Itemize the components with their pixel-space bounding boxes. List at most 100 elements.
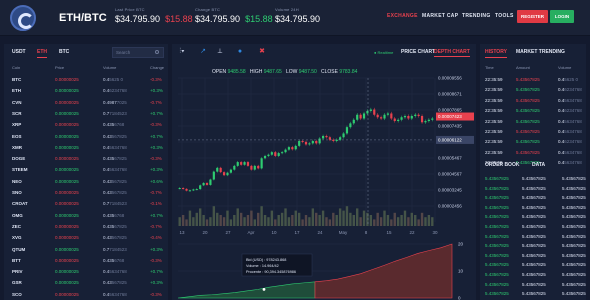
history-row[interactable]: 22:35:59 5.43567825 0.45634768 [480, 148, 586, 159]
order-book-row[interactable]: 5.43567825 5.43567825 5.43567825 [480, 260, 586, 270]
order-book-row[interactable]: 5.43567825 5.43567825 5.43567825 [480, 174, 586, 184]
candle-body [315, 141, 318, 144]
coin-volume: 0.4356768 [103, 122, 124, 127]
market-row[interactable]: OMG 0.00000025 0.4356768 +0.7% [4, 211, 168, 222]
nav-exchange[interactable]: EXCHANGE [387, 13, 418, 19]
column-header-volume[interactable]: Volume [558, 65, 571, 70]
volume-bar [178, 217, 181, 226]
market-row[interactable]: NEO 0.00000025 0.43567825 +0.6% [4, 177, 168, 188]
trendline-icon[interactable]: ↗ [197, 47, 209, 57]
coin-price: 0.00000025 [55, 144, 79, 150]
x-tick-label: 17 [294, 230, 300, 235]
candle-body [199, 185, 202, 190]
tab-usdt[interactable]: USDT [12, 49, 26, 55]
volume-bar [335, 215, 338, 226]
volume-main: 0.43 [103, 133, 112, 139]
logo-icon[interactable] [10, 5, 36, 31]
volume-bar [362, 210, 366, 226]
volume-bar [403, 210, 407, 226]
cross-price-label: 0.00006122 [438, 137, 462, 142]
coin-change: -0.3% [150, 291, 162, 297]
volume-bar [352, 215, 355, 226]
tab-depth-chart[interactable]: DEPTH CHART [434, 49, 470, 57]
market-row[interactable]: XVG 0.00000025 0.43567825 -0.4% [4, 233, 168, 244]
column-header-coin[interactable]: Coin [12, 65, 20, 70]
tab-market-trending[interactable]: MARKET TRENDING [516, 49, 565, 55]
indicator-icon[interactable]: ⟂ [214, 47, 226, 57]
candle-body [308, 143, 311, 145]
coin-volume: 0.45634768 [103, 292, 127, 297]
history-row[interactable]: 22:35:59 5.43567825 0.46234768 [480, 106, 586, 117]
history-row[interactable]: 22:35:59 5.43567825 0.45634768 [480, 117, 586, 128]
coin-change: -0.3% [150, 257, 162, 263]
order-book-row[interactable]: 5.43567825 5.43567825 5.43567825 [480, 212, 586, 222]
market-row[interactable]: DOGE 0.00000025 0.43567825 -0.3% [4, 154, 168, 165]
column-header-time[interactable]: Time [485, 65, 494, 70]
tab-btc[interactable]: BTC [59, 49, 69, 55]
market-row[interactable]: PRIV 0.00000025 0.45634768 +0.7% [4, 267, 168, 278]
market-row[interactable]: SCR 0.00000025 0.77184523 +0.7% [4, 109, 168, 120]
market-row[interactable]: EOS 0.00000025 0.43567825 +0.7% [4, 132, 168, 143]
market-row[interactable]: STEEM 0.00000025 0.45634768 +0.3% [4, 165, 168, 176]
measure-icon[interactable]: ● [234, 47, 246, 57]
market-row[interactable]: CVN 0.00000025 0.49877025 -0.7% [4, 98, 168, 109]
depth-chart[interactable]: 20 10 0 Bid (USD) : 978243.868 Volume : 14.9… [172, 238, 476, 300]
tab-price-chart[interactable]: PRICE CHART [401, 49, 435, 55]
candle-body [188, 190, 192, 192]
candle-body [407, 115, 410, 119]
order-book-row[interactable]: 5.43567825 5.43567825 5.43567825 [480, 232, 586, 242]
order-book-row[interactable]: 5.43567825 5.43567825 5.43567825 [480, 184, 586, 194]
column-header-change[interactable]: Change [150, 65, 164, 70]
data-title[interactable]: DATA [532, 162, 545, 168]
register-button[interactable]: REGISTER [517, 10, 548, 23]
login-button[interactable]: LOGIN [550, 10, 574, 23]
candle-body [219, 167, 222, 173]
column-header-amount[interactable]: Amount [516, 65, 530, 70]
order-price: 5.43567825 [485, 262, 509, 268]
order-book-row[interactable]: 5.43567825 5.43567825 5.43567825 [480, 241, 586, 251]
market-row[interactable]: BTT 0.00000025 0.4356768 -0.3% [4, 256, 168, 267]
history-row[interactable]: 22:35:59 5.43567825 0.46234768 [480, 137, 586, 148]
history-row[interactable]: 22:35:59 5.43567825 0.45634768 [480, 96, 586, 107]
tab-history[interactable]: HISTORY [485, 49, 507, 58]
nav-trending[interactable]: TRENDING [462, 13, 491, 19]
history-row[interactable]: 22:35:59 5.43567825 0.46234768 [480, 85, 586, 96]
candle-body [349, 123, 352, 128]
volume-bar [267, 217, 270, 226]
market-row[interactable]: SCO 0.00000025 0.45634768 -0.3% [4, 290, 168, 300]
coin-price: 0.00000025 [55, 133, 79, 139]
market-row[interactable]: XMR 0.00000025 0.45634768 +0.3% [4, 143, 168, 154]
market-row[interactable]: BTC 0.00000025 0.45625 0 -0.3% [4, 75, 168, 86]
order-book-row[interactable]: 5.43567825 5.43567825 5.43567825 [480, 203, 586, 213]
history-row[interactable]: 22:35:59 5.43567825 0.45634768 [480, 127, 586, 138]
market-row[interactable]: ZEC 0.00000025 0.43567825 -0.7% [4, 222, 168, 233]
nav-tools[interactable]: TOOLS [495, 13, 514, 19]
order-book-title[interactable]: ORDER BOOK [485, 162, 519, 168]
clear-drawings-icon[interactable]: ✖ [256, 47, 268, 57]
column-header-volume[interactable]: Volume [103, 65, 116, 70]
tab-eth[interactable]: ETH [37, 49, 47, 58]
order-book-row[interactable]: 5.43567825 5.43567825 5.43567825 [480, 280, 586, 290]
market-row[interactable]: ETH 0.00000025 0.46234768 +0.3% [4, 86, 168, 97]
market-row[interactable]: CROAT 0.00000025 0.77184523 -0.1% [4, 199, 168, 210]
order-qty: 5.43567825 [522, 214, 546, 220]
candle-type-icon[interactable]: ⫶▾ [176, 47, 188, 57]
market-row[interactable]: XRP 0.00000025 0.4356768 -0.3% [4, 120, 168, 131]
y-tick-label: 0.00008671 [438, 92, 462, 97]
order-book-row[interactable]: 5.43567825 5.43567825 5.43567825 [480, 289, 586, 299]
column-header-price[interactable]: Price [55, 65, 64, 70]
history-row[interactable]: 22:35:59 5.43567825 0.45625 0 [480, 75, 586, 86]
search-input[interactable]: Search [112, 47, 164, 58]
market-row[interactable]: GSR 0.00000025 0.43567825 +0.3% [4, 278, 168, 289]
nav-market-cap[interactable]: MARKET CAP [422, 13, 458, 19]
candle-body [216, 167, 219, 172]
order-book-row[interactable]: 5.43567825 5.43567825 5.43567825 [480, 251, 586, 261]
price-chart[interactable]: 0.00009556 0.00008671 0.00007865 0.00007435… [172, 64, 476, 236]
market-row[interactable]: SNO 0.00000025 0.43567825 -0.7% [4, 188, 168, 199]
order-book-row[interactable]: 5.43567825 5.43567825 5.43567825 [480, 193, 586, 203]
order-book-row[interactable]: 5.43567825 5.43567825 5.43567825 [480, 270, 586, 280]
market-row[interactable]: QTUM 0.00000025 0.77184523 +0.3% [4, 245, 168, 256]
volume-bar [359, 217, 362, 226]
order-book-row[interactable]: 5.43567825 5.43567825 5.43567825 [480, 222, 586, 232]
volume-bar [205, 219, 209, 226]
